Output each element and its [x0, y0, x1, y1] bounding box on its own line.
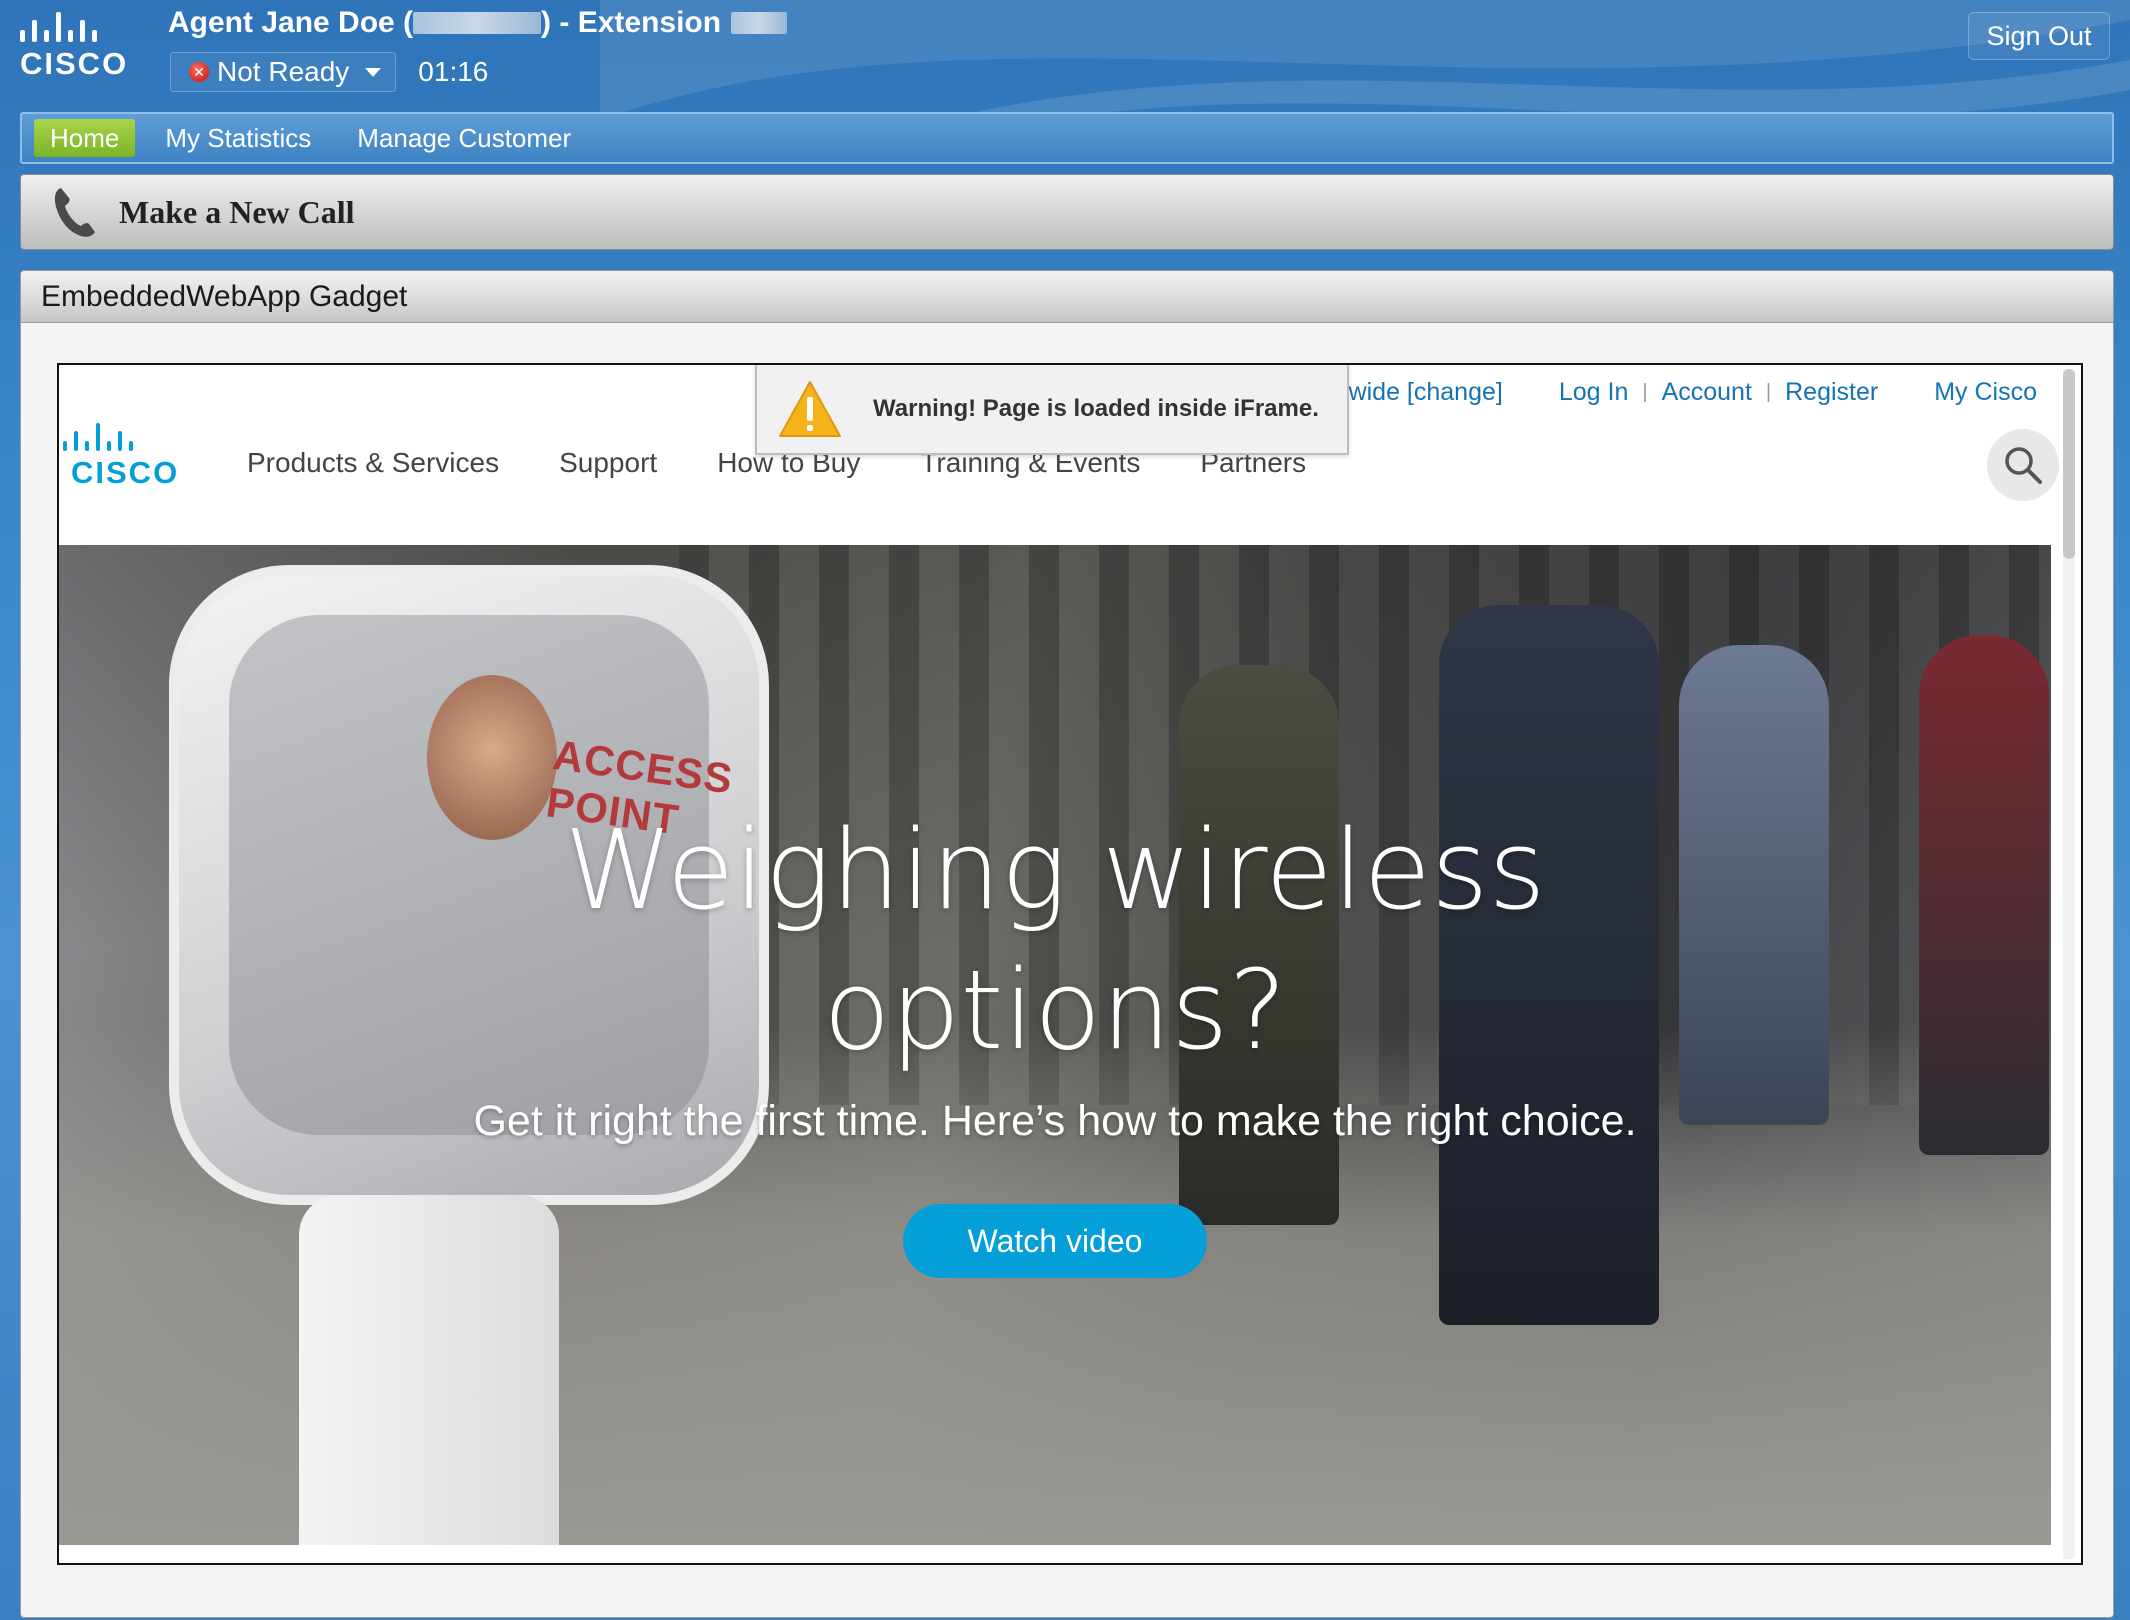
make-new-call-label[interactable]: Make a New Call [119, 194, 355, 231]
account-link[interactable]: Account [1648, 378, 1766, 407]
hero-costume-legs [299, 1195, 559, 1545]
embedded-web-app-gadget: EmbeddedWebApp Gadget ldwide [change] Lo… [20, 270, 2114, 1618]
hero-subtitle: Get it right the first time. Here’s how … [473, 1097, 1637, 1145]
agent-state-dropdown[interactable]: ✕ Not Ready [170, 52, 397, 92]
gadget-title: EmbeddedWebApp Gadget [41, 279, 408, 313]
iframe-warning-text: Warning! Page is loaded inside iFrame. [873, 395, 1319, 422]
site-cisco-logo[interactable]: CISCO [63, 421, 193, 491]
search-icon [2005, 447, 2042, 484]
nav-products-services[interactable]: Products & Services [247, 447, 499, 479]
agent-state-row: ✕ Not Ready 01:16 [170, 52, 488, 92]
cisco-logo: CISCO [20, 10, 150, 85]
cisco-bars-icon [63, 421, 193, 451]
phone-icon [41, 177, 111, 247]
agent-title: Agent Jane Doe ( ) - Extension [168, 6, 788, 40]
tab-my-statistics[interactable]: My Statistics [149, 119, 327, 157]
make-new-call-bar[interactable]: Make a New Call [20, 174, 2114, 250]
scrollbar-thumb[interactable] [2063, 369, 2075, 559]
hero-title-line-1: Weighing wireless [564, 806, 1546, 934]
redacted-agent-id [413, 12, 542, 34]
chevron-down-icon [365, 67, 382, 77]
main-nav-bar: Home My Statistics Manage Customer [20, 112, 2114, 164]
cisco-bars-icon [20, 10, 150, 42]
cisco-wordmark: CISCO [20, 46, 129, 81]
site-cisco-wordmark: CISCO [71, 455, 180, 490]
agent-name: Agent Jane Doe ( [168, 6, 414, 39]
not-ready-icon: ✕ [189, 62, 209, 82]
hero-banner: ACCESS POINT Weighing wireless options? … [59, 545, 2051, 1545]
extension-label: ) - Extension [541, 6, 722, 39]
hero-title: Weighing wireless options? [59, 800, 2051, 1080]
embedded-iframe: ldwide [change] Log In | Account | Regis… [57, 363, 2083, 1565]
gadget-header: EmbeddedWebApp Gadget [21, 271, 2113, 323]
search-button[interactable] [1987, 429, 2059, 501]
site-utility-links: ldwide [change] Log In | Account | Regis… [1315, 373, 2051, 411]
hero-title-line-2: options? [823, 946, 1287, 1074]
watch-video-button[interactable]: Watch video [903, 1204, 1207, 1278]
tab-home[interactable]: Home [34, 119, 136, 157]
log-in-link[interactable]: Log In [1545, 378, 1643, 407]
iframe-scrollbar[interactable] [2063, 369, 2075, 1559]
agent-state-label: Not Ready [217, 56, 350, 87]
register-link[interactable]: Register [1771, 378, 1892, 407]
tab-manage-customer[interactable]: Manage Customer [341, 119, 587, 157]
top-header: CISCO Agent Jane Doe ( ) - Extension ✕ N… [0, 0, 2130, 110]
redacted-extension [731, 12, 788, 34]
iframe-warning-banner: Warning! Page is loaded inside iFrame. [755, 365, 1349, 455]
sign-out-button[interactable]: Sign Out [1968, 12, 2110, 60]
warning-icon [779, 381, 841, 437]
state-timer: 01:16 [418, 56, 489, 87]
nav-support[interactable]: Support [559, 447, 657, 479]
my-cisco-link[interactable]: My Cisco [1920, 378, 2051, 407]
